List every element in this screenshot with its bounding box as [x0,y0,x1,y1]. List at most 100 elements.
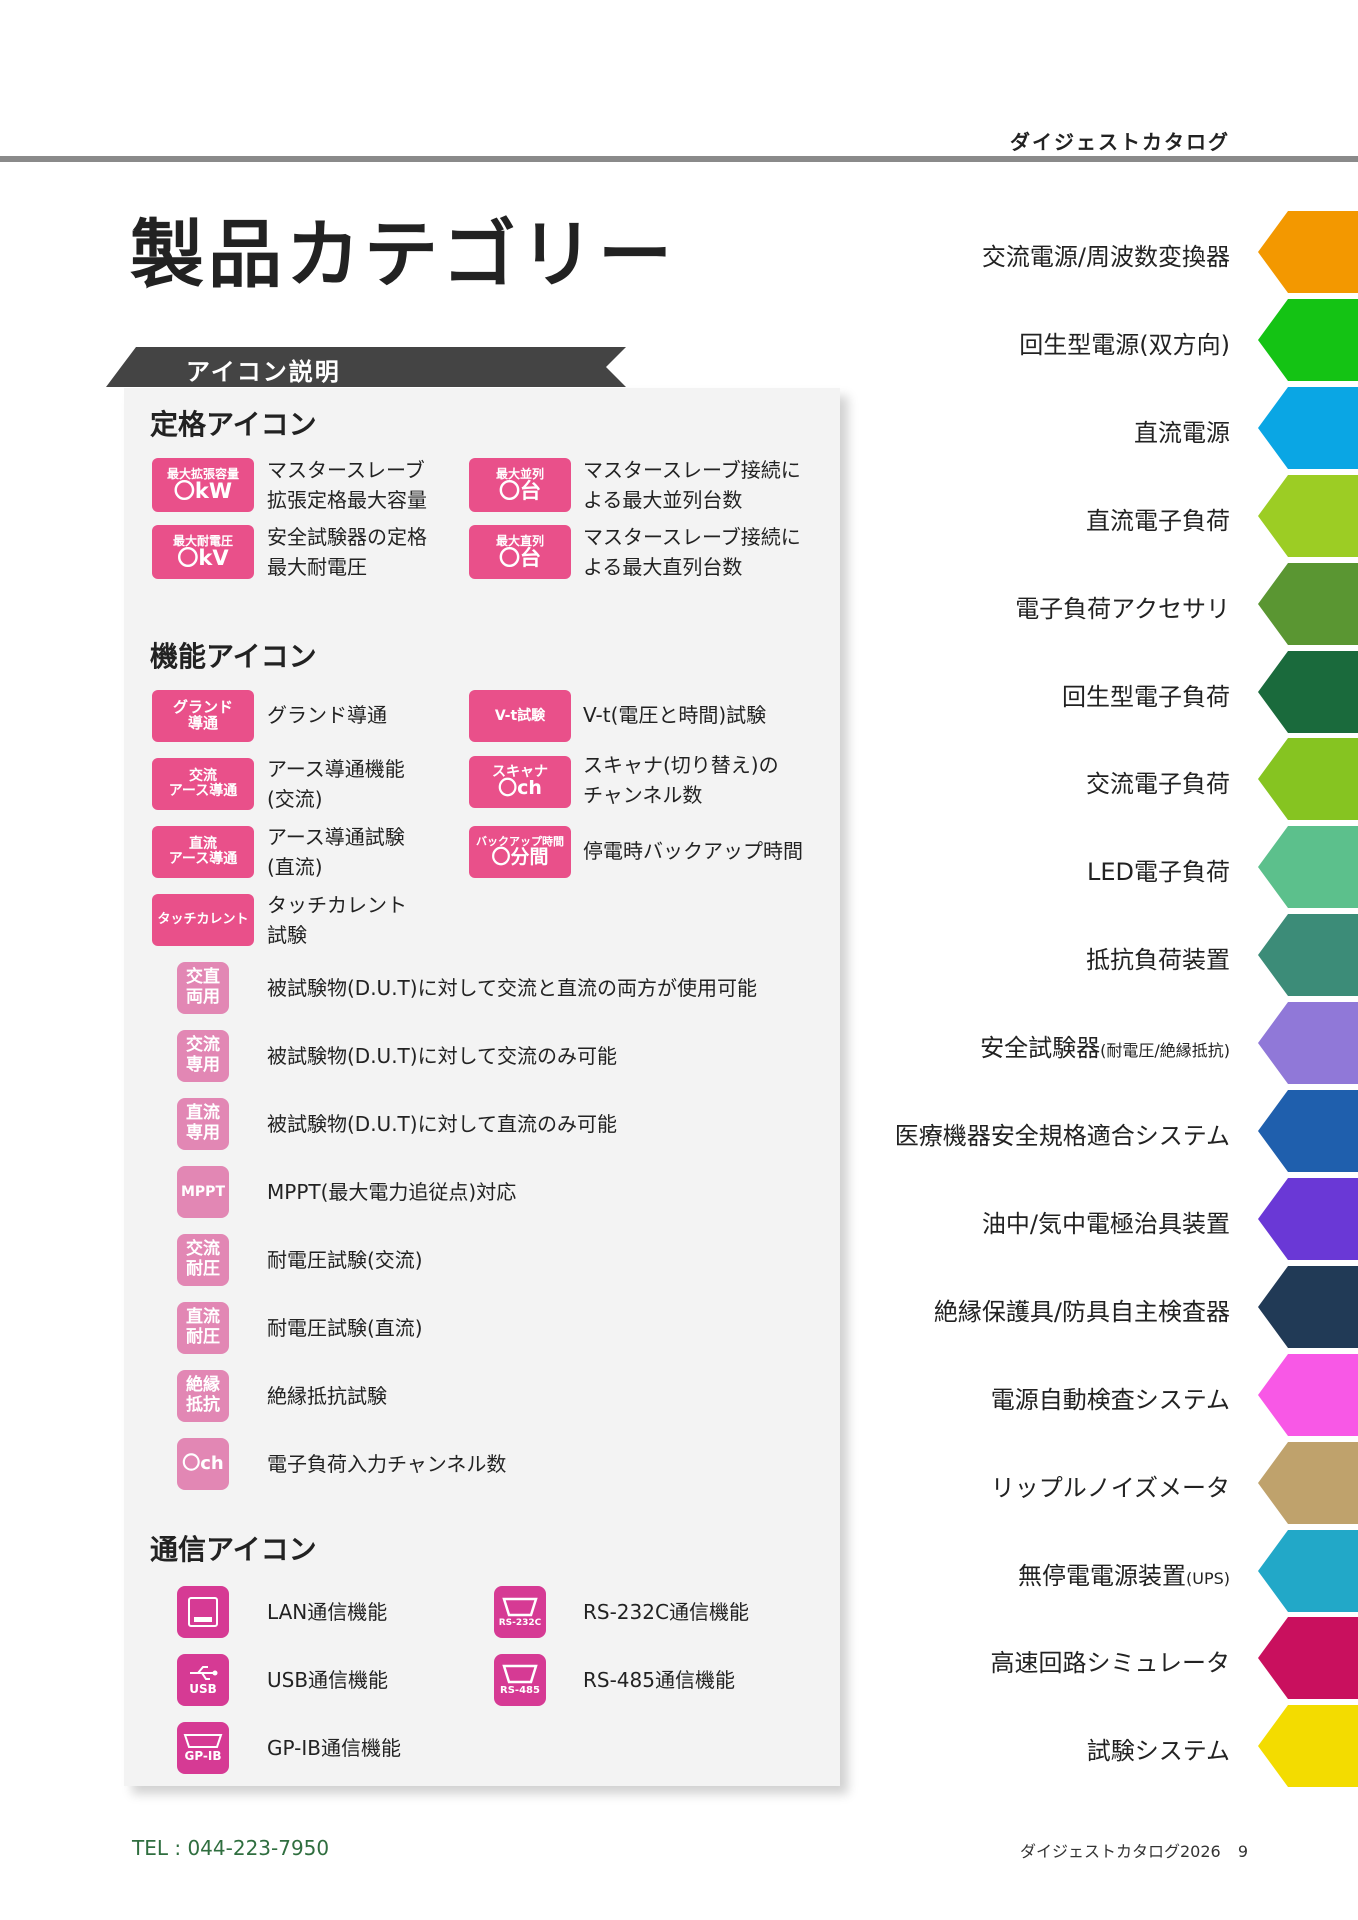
category-label[interactable]: 医療機器安全規格適合システム [895,1116,1230,1151]
category-tab[interactable] [1258,297,1358,383]
category-tab[interactable] [1258,1528,1358,1614]
usb-trident-icon [190,1666,218,1681]
lan-port-icon [188,1597,218,1627]
category-name: 無停電電源装置 [1018,1561,1186,1590]
comm-desc: USB通信機能 [267,1668,389,1692]
category-name: 試験システム [1086,1737,1230,1766]
category-label[interactable]: 安全試験器(耐電圧/絶縁抵抗) [980,1028,1230,1063]
function-desc: アース導通機能 (交流) [267,757,405,811]
icon-insulation-resistance: 絶縁 抵抗 [177,1370,229,1422]
header-label: ダイジェストカタログ [1010,130,1230,154]
category-name: 電子負荷アクセサリ [1015,594,1230,623]
usb-icon: USB [177,1654,229,1706]
category-tab[interactable] [1258,1440,1358,1526]
category-label[interactable]: 油中/気中電極治具装置 [982,1204,1230,1239]
page-number: 9 [1237,1842,1248,1861]
rating-badge-max-parallel: 最大並列 〇台 [469,458,571,512]
category-label[interactable]: 絶縁保護具/防具自主検査器 [934,1292,1230,1327]
comm-heading: 通信アイコン [150,1533,317,1566]
category-tab[interactable] [1258,1176,1358,1262]
badge-ac-earth: 交流 アース導通 [152,758,254,810]
category-sub: (UPS) [1186,1568,1230,1588]
category-tab[interactable] [1258,1615,1358,1701]
category-tab[interactable] [1258,561,1358,647]
icon-ac-only: 交流 専用 [177,1030,229,1082]
category-tab[interactable] [1258,385,1358,471]
square-icon-desc: 被試験物(D.U.T)に対して交流のみ可能 [267,1044,617,1068]
category-name: 交流電源/周波数変換器 [981,243,1230,271]
category-label[interactable]: 交流電源/周波数変換器 [982,237,1230,272]
category-tab[interactable] [1258,1352,1358,1438]
rating-heading: 定格アイコン [150,408,317,441]
icon-mppt: MPPT [177,1166,229,1218]
category-label[interactable]: 回生型電源(双方向) [1019,325,1230,360]
square-icon-desc: 耐電圧試験(直流) [267,1316,423,1340]
category-name: 直流電源 [1134,418,1230,447]
category-label[interactable]: 電源自動検査システム [991,1380,1230,1415]
icon-dc-only: 直流 専用 [177,1098,229,1150]
rating-desc: マスタースレーブ接続に よる最大直列台数 [583,525,801,579]
category-tab[interactable] [1258,649,1358,735]
category-label[interactable]: 試験システム [1087,1731,1230,1766]
function-desc: アース導通試験 (直流) [267,825,405,879]
header-rule [0,156,1358,162]
rating-badge-max-capacity: 最大拡張容量 〇kW [152,458,254,512]
badge-ground-continuity: グランド 導通 [152,690,254,742]
badge-dc-earth: 直流 アース導通 [152,826,254,878]
category-label[interactable]: 高速回路シミュレータ [990,1643,1230,1678]
category-name: 油中/気中電極治具装置 [981,1209,1230,1238]
badge-scanner: スキャナ 〇ch [469,756,571,808]
category-name: リップルノイズメータ [990,1473,1230,1502]
category-tab[interactable] [1258,209,1358,295]
rating-badge-max-series: 最大直列 〇台 [469,525,571,579]
lan-icon [177,1586,229,1638]
category-tab[interactable] [1258,824,1358,910]
category-label[interactable]: 回生型電子負荷 [1062,677,1230,712]
ribbon-label: アイコン説明 [186,358,341,386]
badge-backup-time: バックアップ時間 〇分間 [469,826,571,878]
category-label[interactable]: 抵抗負荷装置 [1086,940,1230,975]
function-desc: グランド導通 [267,703,387,727]
icon-channel-count: 〇ch [177,1438,229,1490]
category-sub: (耐電圧/絶縁抵抗) [1100,1041,1230,1061]
category-label[interactable]: 直流電子負荷 [1086,501,1230,536]
category-tab[interactable] [1258,1000,1358,1086]
icon-legend-panel [124,388,840,1786]
category-name: 高速回路シミュレータ [990,1649,1230,1678]
rs232c-icon: RS-232C [494,1586,546,1638]
category-label[interactable]: 無停電電源装置(UPS) [1018,1556,1230,1591]
category-label[interactable]: 交流電子負荷 [1086,764,1230,799]
category-name: 絶縁保護具/防具自主検査器 [933,1297,1230,1326]
category-name: 抵抗負荷装置 [1086,946,1230,975]
category-tab[interactable] [1258,473,1358,559]
phone-number: TEL : 044-223-7950 [132,1836,330,1860]
icon-ac-withstand: 交流 耐圧 [177,1234,229,1286]
category-tab[interactable] [1258,736,1358,822]
category-label[interactable]: リップルノイズメータ [991,1468,1230,1503]
rating-badge-max-voltage: 最大耐電圧 〇kV [152,525,254,579]
badge-touch-current: タッチカレント [152,894,254,946]
section-ribbon [106,347,626,387]
category-name: 電源自動検査システム [990,1385,1230,1414]
square-icon-desc: 被試験物(D.U.T)に対して交流と直流の両方が使用可能 [267,976,757,1000]
function-desc: スキャナ(切り替え)の チャンネル数 [583,753,779,807]
function-desc: タッチカレント 試験 [267,893,407,947]
category-name: 安全試験器 [980,1034,1101,1063]
gpib-icon: GP-IB [177,1722,229,1774]
category-label[interactable]: 直流電源 [1134,413,1230,448]
category-name: LED電子負荷 [1086,858,1230,887]
category-tab[interactable] [1258,1088,1358,1174]
category-label[interactable]: LED電子負荷 [1087,852,1230,887]
badge-vt-test: V-t試験 [469,690,571,742]
function-heading: 機能アイコン [150,640,317,673]
category-tab[interactable] [1258,1264,1358,1350]
category-label[interactable]: 電子負荷アクセサリ [1015,589,1230,624]
category-name: 交流電子負荷 [1086,770,1230,799]
page-title: 製品カテゴリー [130,212,676,298]
page-footer: ダイジェストカタログ2026 9 [1020,1838,1248,1862]
category-tab[interactable] [1258,1703,1358,1789]
square-icon-desc: 被試験物(D.U.T)に対して直流のみ可能 [267,1112,617,1136]
category-tab[interactable] [1258,912,1358,998]
comm-desc: GP-IB通信機能 [267,1736,401,1760]
rs485-icon: RS-485 [494,1654,546,1706]
